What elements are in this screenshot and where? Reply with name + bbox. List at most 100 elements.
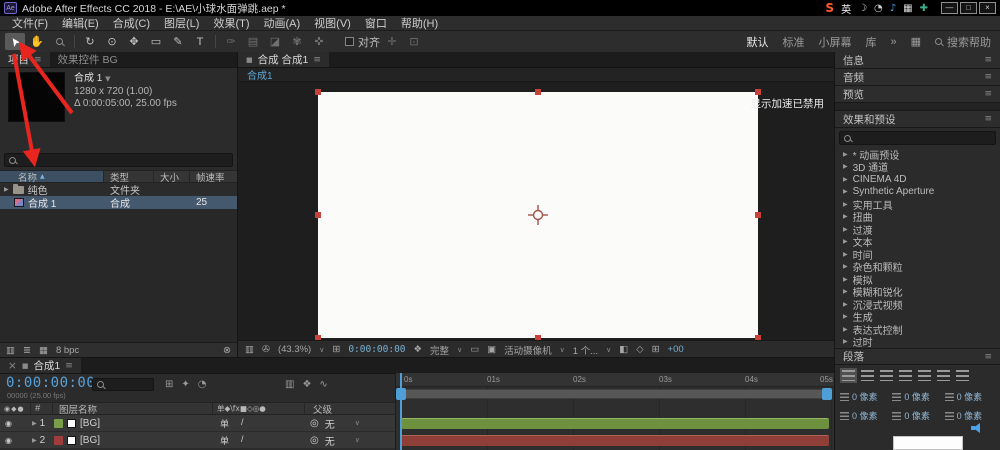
layer-label-color[interactable] bbox=[54, 419, 63, 428]
parent-select[interactable]: 无 bbox=[325, 433, 335, 448]
twirl-icon[interactable] bbox=[843, 188, 848, 195]
effects-search-input[interactable] bbox=[839, 131, 996, 145]
visibility-eye-icon[interactable] bbox=[5, 436, 12, 445]
snap-toggle[interactable]: 对齐 bbox=[345, 34, 380, 50]
layer-row-1[interactable]: 1 [BG] 单 / 无 bbox=[0, 415, 395, 432]
sogou-icon[interactable]: S bbox=[825, 1, 834, 15]
twirl-icon[interactable] bbox=[843, 151, 848, 158]
close-button[interactable]: × bbox=[979, 2, 996, 14]
snap-checkbox[interactable] bbox=[345, 37, 354, 46]
menu-layer[interactable]: 图层(L) bbox=[157, 15, 206, 31]
tab-project[interactable]: 项目 bbox=[0, 52, 50, 67]
chevron-down-icon[interactable] bbox=[355, 419, 360, 427]
toolbox-icon[interactable]: ✚ bbox=[920, 3, 928, 14]
justify-last-left-button[interactable] bbox=[899, 370, 912, 381]
effects-category-cinema4d[interactable]: CINEMA 4D bbox=[835, 173, 1000, 186]
minimize-button[interactable]: — bbox=[941, 2, 958, 14]
menu-edit[interactable]: 编辑(E) bbox=[55, 15, 106, 31]
twirl-icon[interactable] bbox=[843, 176, 848, 183]
panel-menu-icon[interactable] bbox=[984, 72, 992, 82]
lang-en-indicator[interactable]: 英 bbox=[841, 1, 851, 16]
space-before-field[interactable]: 0 像素 bbox=[840, 409, 890, 422]
eraser-tool[interactable]: ◪ bbox=[265, 33, 285, 50]
maximize-button[interactable]: □ bbox=[960, 2, 977, 14]
handle[interactable] bbox=[535, 89, 541, 95]
info-panel-header[interactable]: 信息 bbox=[835, 52, 1000, 69]
twirl-icon[interactable] bbox=[843, 313, 848, 320]
brush-tool[interactable]: ✑ bbox=[221, 33, 241, 50]
composition-name[interactable]: 合成 1 bbox=[74, 73, 102, 84]
twirl-icon[interactable] bbox=[843, 201, 848, 208]
help-search[interactable]: 搜索帮助 bbox=[935, 34, 991, 50]
safe-zones-icon[interactable] bbox=[332, 344, 340, 355]
project-search-input[interactable] bbox=[4, 153, 233, 167]
snapshot-icon[interactable] bbox=[262, 344, 270, 355]
channels-icon[interactable] bbox=[414, 344, 423, 355]
menu-effect[interactable]: 效果(T) bbox=[206, 15, 256, 31]
justify-last-center-button[interactable] bbox=[918, 370, 931, 381]
hand-tool[interactable]: ✋ bbox=[27, 33, 47, 50]
space-after-field[interactable]: 0 像素 bbox=[892, 409, 942, 422]
handle[interactable] bbox=[315, 212, 321, 218]
column-fps[interactable]: 帧速率 bbox=[190, 171, 237, 182]
twirl-icon[interactable] bbox=[32, 420, 37, 427]
region-of-interest-icon[interactable] bbox=[470, 344, 479, 355]
column-name[interactable]: 名称 bbox=[0, 171, 104, 182]
align-left-button[interactable] bbox=[842, 370, 855, 381]
twirl-icon[interactable] bbox=[4, 186, 9, 193]
pickwhip-icon[interactable] bbox=[310, 418, 319, 429]
tab-timeline-comp1[interactable]: 合成1 bbox=[0, 358, 81, 373]
indent-left-field[interactable]: 0 像素 bbox=[840, 390, 890, 403]
list-view-icon[interactable] bbox=[23, 345, 31, 356]
timeline-search-input[interactable] bbox=[92, 378, 154, 391]
effects-category-3d-channel[interactable]: 3D 通道 bbox=[835, 161, 1000, 174]
pixel-aspect-icon[interactable] bbox=[619, 344, 628, 355]
twirl-icon[interactable] bbox=[843, 326, 848, 333]
clone-stamp-tool[interactable]: ▤ bbox=[243, 33, 263, 50]
twirl-icon[interactable] bbox=[843, 251, 848, 258]
panel-menu-icon[interactable] bbox=[984, 55, 992, 65]
composition-viewport[interactable]: 显示加速已禁用 bbox=[238, 82, 834, 340]
panel-menu-icon[interactable] bbox=[984, 114, 992, 124]
pickwhip-icon[interactable] bbox=[310, 435, 319, 446]
panel-menu-icon[interactable] bbox=[984, 352, 992, 362]
effects-presets-header[interactable]: 效果和预设 bbox=[835, 111, 1000, 128]
flowchart-icon[interactable] bbox=[652, 344, 660, 355]
indent-right-field[interactable]: 0 像素 bbox=[945, 390, 995, 403]
twirl-icon[interactable] bbox=[843, 301, 848, 308]
workspace-panel-icon[interactable] bbox=[911, 35, 921, 48]
moon-icon[interactable]: ☽ bbox=[858, 3, 867, 14]
twirl-icon[interactable] bbox=[843, 238, 848, 245]
chevron-down-icon[interactable] bbox=[606, 346, 611, 354]
indent-first-line-field[interactable]: 0 像素 bbox=[892, 390, 942, 403]
twirl-icon[interactable] bbox=[843, 288, 848, 295]
trash-icon[interactable] bbox=[223, 345, 231, 356]
menu-view[interactable]: 视图(V) bbox=[307, 15, 358, 31]
mic-icon[interactable]: ♪ bbox=[890, 3, 896, 14]
twirl-icon[interactable] bbox=[843, 263, 848, 270]
workspace-small-screen[interactable]: 小屏幕 bbox=[818, 34, 851, 50]
roto-brush-tool[interactable]: ✾ bbox=[287, 33, 307, 50]
grid-options-icon[interactable] bbox=[382, 33, 402, 50]
column-layer-number[interactable]: # bbox=[30, 403, 52, 414]
tab-composition[interactable]: 合成 合成1 bbox=[238, 52, 329, 67]
column-type[interactable]: 类型 bbox=[104, 171, 154, 182]
chevron-down-icon[interactable] bbox=[560, 346, 565, 354]
project-list-empty-area[interactable] bbox=[0, 209, 237, 342]
twirl-icon[interactable] bbox=[843, 276, 848, 283]
justify-last-right-button[interactable] bbox=[937, 370, 950, 381]
workspace-default[interactable]: 默认 bbox=[746, 34, 768, 50]
timeline-ruler[interactable]: 0s 01s 02s 03s 04s 05s bbox=[396, 373, 834, 387]
menu-help[interactable]: 帮助(H) bbox=[394, 15, 445, 31]
current-timecode[interactable]: 0:00:00:00 bbox=[6, 375, 95, 391]
project-bit-depth[interactable]: 8 bpc bbox=[56, 345, 79, 356]
handle[interactable] bbox=[755, 212, 761, 218]
interpret-footage-icon[interactable] bbox=[6, 345, 15, 356]
camera-tool[interactable]: ⊙ bbox=[102, 33, 122, 50]
panel-menu-icon[interactable] bbox=[984, 89, 992, 99]
rotation-tool[interactable]: ↻ bbox=[80, 33, 100, 50]
twirl-icon[interactable] bbox=[32, 437, 37, 444]
handle[interactable] bbox=[755, 89, 761, 95]
chevron-down-icon[interactable] bbox=[319, 346, 324, 354]
camera-view-select[interactable]: 活动摄像机 bbox=[504, 343, 552, 357]
